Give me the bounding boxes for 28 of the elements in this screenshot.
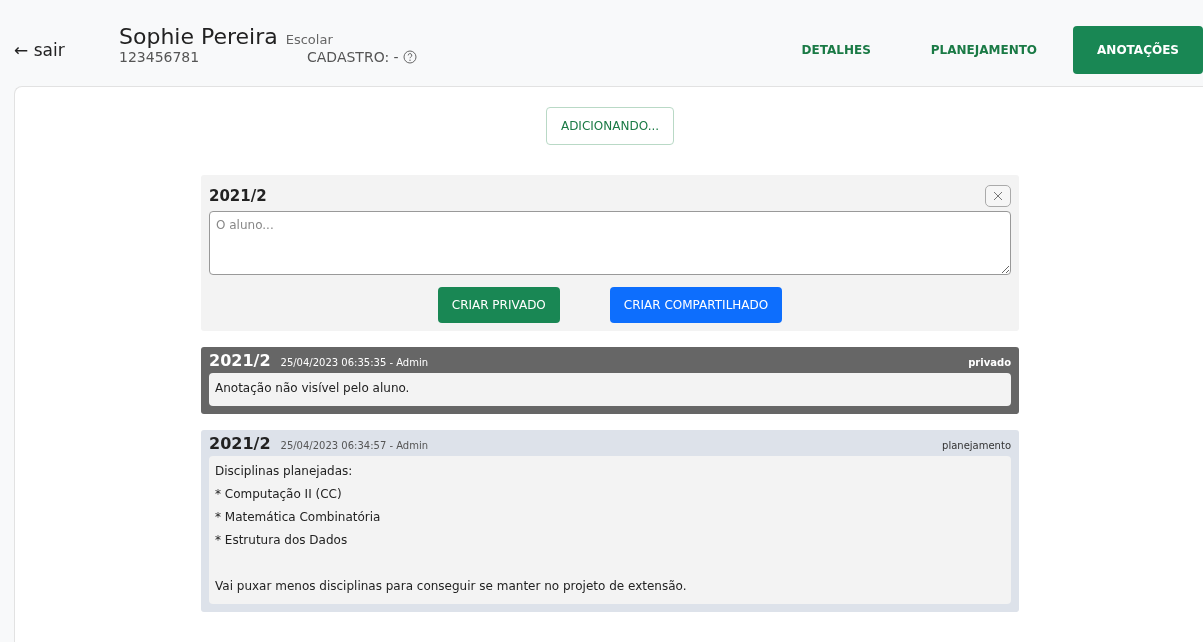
note-term: 2021/2 <box>209 434 271 453</box>
close-button[interactable] <box>985 185 1011 207</box>
note-input[interactable]: O aluno... <box>209 211 1011 275</box>
term-label: 2021/2 <box>209 187 267 205</box>
create-button[interactable]: CRIAR COMPARTILHADO <box>609 287 783 323</box>
back-link[interactable]: ← sair <box>14 40 119 60</box>
note-text: * Computação II (CC) <box>215 486 343 503</box>
student-type: Escolar <box>285 32 333 47</box>
close-icon <box>993 191 1003 201</box>
status-button[interactable]: ADICIONANDO... <box>545 107 675 145</box>
note-meta: 25/04/2023 06:35:35 - Admin <box>280 357 429 368</box>
note-tag: privado <box>968 357 1011 368</box>
registration-status: CADASTRO: - <box>307 49 399 65</box>
note-text: Disciplinas planejadas: <box>215 463 354 480</box>
tab[interactable]: DETALHES <box>777 26 895 74</box>
tab[interactable]: PLANEJAMENTO <box>906 26 1062 74</box>
note-text: * Estrutura dos Dados <box>215 532 349 549</box>
note-term: 2021/2 <box>209 351 271 370</box>
note-text: Anotação não visível pelo aluno. <box>215 380 411 397</box>
help-icon[interactable] <box>402 50 417 64</box>
note-meta: 25/04/2023 06:34:57 - Admin <box>280 440 429 451</box>
note-tag: planejamento <box>942 440 1011 451</box>
note-text: Vai puxar menos disciplinas para conseguir se manter no projeto de extensão. <box>215 578 688 595</box>
create-button[interactable]: CRIAR PRIVADO <box>437 287 560 323</box>
student-name: Sophie Pereira <box>119 24 278 49</box>
tab[interactable]: ANOTAÇÕES <box>1073 26 1203 74</box>
note-text: * Matemática Combinatória <box>215 509 382 526</box>
student-id: 123456781 <box>119 49 201 65</box>
